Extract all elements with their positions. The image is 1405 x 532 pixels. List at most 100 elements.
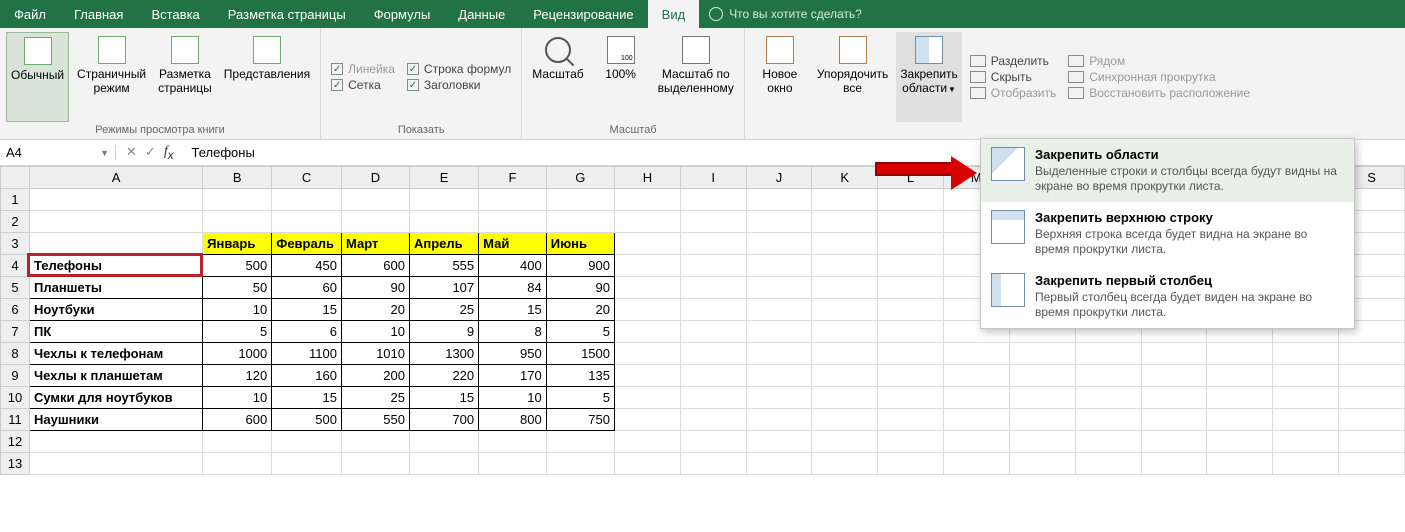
cell[interactable] — [746, 299, 812, 321]
cell[interactable]: 15 — [479, 299, 547, 321]
cell[interactable]: 20 — [342, 299, 410, 321]
cell[interactable]: 700 — [410, 409, 479, 431]
cell[interactable] — [1207, 409, 1273, 431]
zoom-selection-button[interactable]: Масштаб по выделенному — [654, 32, 738, 122]
cell[interactable]: 1500 — [546, 343, 614, 365]
row-header[interactable]: 5 — [1, 277, 30, 299]
cell[interactable] — [1273, 409, 1339, 431]
cell[interactable]: 107 — [410, 277, 479, 299]
accept-formula-icon[interactable]: ✓ — [145, 144, 156, 162]
cell[interactable]: 1300 — [410, 343, 479, 365]
cell[interactable] — [746, 431, 812, 453]
cell[interactable]: 160 — [272, 365, 342, 387]
cell[interactable] — [878, 211, 944, 233]
cell[interactable]: 1000 — [203, 343, 272, 365]
cell[interactable] — [1009, 431, 1075, 453]
cell[interactable] — [943, 343, 1009, 365]
cell[interactable]: 500 — [203, 255, 272, 277]
cell[interactable] — [746, 277, 812, 299]
cell[interactable] — [1207, 343, 1273, 365]
cell[interactable] — [680, 277, 746, 299]
cell[interactable] — [546, 431, 614, 453]
cell[interactable]: 5 — [203, 321, 272, 343]
cell[interactable] — [614, 431, 680, 453]
column-header[interactable]: I — [680, 167, 746, 189]
cell[interactable] — [680, 211, 746, 233]
row-header[interactable]: 1 — [1, 189, 30, 211]
cell[interactable] — [746, 233, 812, 255]
column-header[interactable]: C — [272, 167, 342, 189]
freeze-option[interactable]: Закрепить областиВыделенные строки и сто… — [981, 139, 1354, 202]
cell[interactable] — [943, 387, 1009, 409]
row-header[interactable]: 8 — [1, 343, 30, 365]
cell[interactable] — [680, 321, 746, 343]
cell[interactable] — [1339, 387, 1405, 409]
cell[interactable] — [546, 189, 614, 211]
menu-файл[interactable]: Файл — [0, 0, 60, 28]
cell[interactable] — [1075, 453, 1141, 475]
row-header[interactable]: 11 — [1, 409, 30, 431]
cell[interactable] — [479, 453, 547, 475]
column-header[interactable]: H — [614, 167, 680, 189]
cell[interactable] — [203, 453, 272, 475]
cell[interactable] — [680, 233, 746, 255]
cell[interactable] — [614, 321, 680, 343]
cell[interactable] — [680, 387, 746, 409]
cell[interactable] — [1207, 453, 1273, 475]
cell[interactable] — [614, 211, 680, 233]
column-header[interactable]: A — [29, 167, 202, 189]
cell[interactable] — [410, 453, 479, 475]
cell[interactable] — [1009, 365, 1075, 387]
cell[interactable] — [1141, 343, 1207, 365]
cell[interactable] — [680, 431, 746, 453]
cell[interactable]: Чехлы к телефонам — [29, 343, 202, 365]
cell[interactable] — [878, 321, 944, 343]
cell[interactable] — [1339, 431, 1405, 453]
cell[interactable]: 15 — [272, 387, 342, 409]
row-header[interactable]: 4 — [1, 255, 30, 277]
show-formula-bar-checkbox[interactable]: ✓Строка формул — [407, 62, 511, 76]
cell[interactable] — [878, 343, 944, 365]
cell[interactable] — [203, 211, 272, 233]
row-header[interactable]: 12 — [1, 431, 30, 453]
cell[interactable] — [878, 365, 944, 387]
cell[interactable]: Июнь — [546, 233, 614, 255]
row-header[interactable]: 3 — [1, 233, 30, 255]
cell[interactable]: 120 — [203, 365, 272, 387]
cell[interactable] — [546, 211, 614, 233]
cell[interactable] — [1273, 343, 1339, 365]
column-header[interactable]: K — [812, 167, 878, 189]
view-page-break-button[interactable]: Страничный режим — [73, 32, 150, 122]
cell[interactable] — [812, 409, 878, 431]
cell[interactable]: Март — [342, 233, 410, 255]
cell[interactable] — [1009, 453, 1075, 475]
freeze-option[interactable]: Закрепить первый столбецПервый столбец в… — [981, 265, 1354, 328]
cell[interactable] — [746, 189, 812, 211]
select-all-corner[interactable] — [1, 167, 30, 189]
cell[interactable] — [1075, 343, 1141, 365]
menu-вставка[interactable]: Вставка — [137, 0, 213, 28]
cell[interactable] — [943, 431, 1009, 453]
menu-разметка страницы[interactable]: Разметка страницы — [214, 0, 360, 28]
cancel-formula-icon[interactable]: ✕ — [126, 144, 137, 162]
cell[interactable]: 90 — [342, 277, 410, 299]
cell[interactable] — [746, 255, 812, 277]
cell[interactable]: Телефоны — [29, 255, 202, 277]
cell[interactable] — [29, 189, 202, 211]
cell[interactable] — [29, 233, 202, 255]
cell[interactable]: 550 — [342, 409, 410, 431]
menu-данные[interactable]: Данные — [444, 0, 519, 28]
cell[interactable] — [878, 387, 944, 409]
cell[interactable] — [614, 409, 680, 431]
show-gridlines-checkbox[interactable]: ✓Сетка — [331, 78, 395, 92]
cell[interactable] — [812, 189, 878, 211]
cell[interactable]: 15 — [272, 299, 342, 321]
cell[interactable] — [943, 409, 1009, 431]
cell[interactable]: Февраль — [272, 233, 342, 255]
cell[interactable]: 60 — [272, 277, 342, 299]
view-page-layout-button[interactable]: Разметка страницы — [154, 32, 216, 122]
view-custom-button[interactable]: Представления — [220, 32, 314, 122]
cell[interactable]: 400 — [479, 255, 547, 277]
cell[interactable]: 25 — [410, 299, 479, 321]
unhide-button[interactable]: Отобразить — [970, 86, 1056, 100]
